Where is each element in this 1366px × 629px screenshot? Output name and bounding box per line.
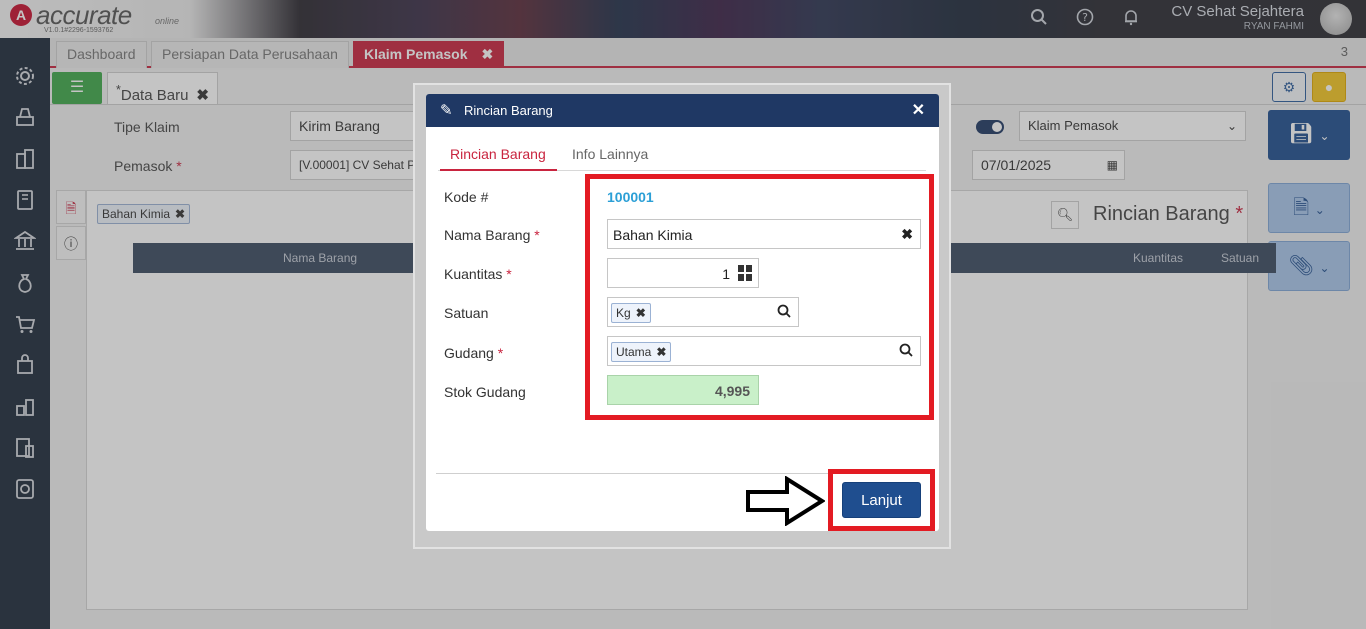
required-marker: * <box>534 227 540 243</box>
stok-gudang-label: Stok Gudang <box>444 384 526 400</box>
kuantitas-label-text: Kuantitas <box>444 266 503 282</box>
active-tab-indicator <box>440 169 557 171</box>
pencil-icon: ✎ <box>440 102 453 119</box>
close-icon[interactable]: ✕ <box>912 100 925 120</box>
arrow-right-icon <box>745 475 826 529</box>
satuan-label: Satuan <box>444 305 489 321</box>
lanjut-button[interactable]: Lanjut <box>842 482 921 518</box>
dialog-title: Rincian Barang <box>464 103 553 118</box>
nama-barang-label: Nama Barang * <box>444 227 540 243</box>
nama-barang-label-text: Nama Barang <box>444 227 531 243</box>
tab-info-lainnya[interactable]: Info Lainnya <box>572 146 648 162</box>
tab-rincian-barang[interactable]: Rincian Barang <box>450 146 546 162</box>
gudang-label-text: Gudang <box>444 345 494 361</box>
required-marker: * <box>506 266 512 282</box>
gudang-label: Gudang * <box>444 345 503 361</box>
kode-label: Kode # <box>444 189 489 205</box>
dialog-header: ✎ Rincian Barang ✕ <box>426 94 939 127</box>
required-marker: * <box>497 345 504 361</box>
kuantitas-label: Kuantitas * <box>444 266 512 282</box>
highlight-box-fields <box>585 174 934 420</box>
